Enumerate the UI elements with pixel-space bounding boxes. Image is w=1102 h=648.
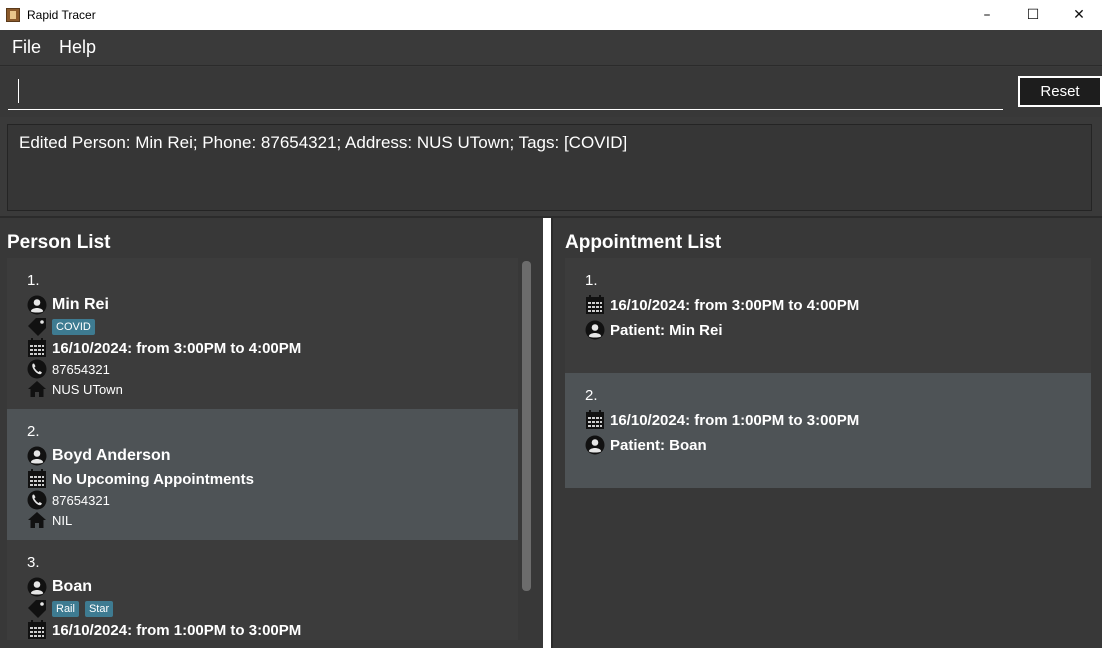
appointment-time: 16/10/2024: from 3:00PM to 4:00PM <box>610 296 860 314</box>
person-phone: 87654321 <box>52 492 110 508</box>
person-index: 2. <box>27 423 40 440</box>
title-bar: Rapid Tracer – ☐ ✕ <box>0 0 1102 30</box>
appointment-index: 2. <box>585 387 598 404</box>
calendar-icon <box>27 620 47 640</box>
window-controls: – ☐ ✕ <box>964 0 1102 30</box>
person-index: 3. <box>27 554 40 571</box>
appointment-patient: Patient: Boan <box>610 436 707 454</box>
appointment-card[interactable]: 1. 16/10/2024: from 3:00PM to 4:00PM Pat… <box>565 258 1091 373</box>
person-address: NUS UTown <box>52 381 123 397</box>
calendar-icon <box>27 338 47 358</box>
person-icon <box>27 446 47 466</box>
app-icon <box>6 8 20 22</box>
person-list-scrollbar[interactable] <box>522 261 531 591</box>
person-icon <box>585 320 605 340</box>
text-caret <box>18 79 19 103</box>
reset-button[interactable]: Reset <box>1018 76 1102 107</box>
appointment-list-pane: Appointment List 1. 16/10/2024: from 3:0… <box>553 218 1102 648</box>
calendar-icon <box>585 295 605 315</box>
person-icon <box>27 295 47 315</box>
home-icon <box>27 379 47 399</box>
command-input[interactable] <box>8 74 1003 110</box>
calendar-icon <box>585 410 605 430</box>
tag-icon <box>27 317 47 337</box>
person-list[interactable]: 1. Min Rei COVID 16/10/2024: from 3:00PM… <box>7 258 518 640</box>
person-appointment: 16/10/2024: from 3:00PM to 4:00PM <box>52 339 302 357</box>
person-list-title: Person List <box>7 232 111 253</box>
phone-icon <box>27 490 47 510</box>
person-name: Boan <box>52 578 92 595</box>
person-name: Boyd Anderson <box>52 447 171 464</box>
command-row: Reset <box>0 67 1102 117</box>
calendar-icon <box>27 469 47 489</box>
person-card[interactable]: 3. Boan Rail Star 16/10/2024: from 1:00P… <box>7 540 518 640</box>
person-icon <box>585 435 605 455</box>
menu-bar: File Help <box>0 30 1102 66</box>
person-name: Min Rei <box>52 296 109 313</box>
menu-help[interactable]: Help <box>59 37 96 58</box>
result-text: Edited Person: Min Rei; Phone: 87654321;… <box>19 133 628 152</box>
tag-badge: COVID <box>52 319 95 335</box>
tag-badge: Star <box>84 601 114 617</box>
window-title: Rapid Tracer <box>27 8 96 22</box>
appointment-card[interactable]: 2. 16/10/2024: from 1:00PM to 3:00PM Pat… <box>565 373 1091 488</box>
pane-splitter[interactable] <box>543 218 553 648</box>
close-button[interactable]: ✕ <box>1056 0 1102 30</box>
appointment-patient: Patient: Min Rei <box>610 321 723 339</box>
person-address: NIL <box>52 512 73 528</box>
minimize-button[interactable]: – <box>964 0 1010 30</box>
person-appointment: 16/10/2024: from 1:00PM to 3:00PM <box>52 621 302 639</box>
person-card[interactable]: 2. Boyd Anderson No Upcoming Appointment… <box>7 409 518 540</box>
result-display: Edited Person: Min Rei; Phone: 87654321;… <box>7 124 1092 211</box>
phone-icon <box>27 359 47 379</box>
appointment-list-title: Appointment List <box>565 232 722 253</box>
appointment-list[interactable]: 1. 16/10/2024: from 3:00PM to 4:00PM Pat… <box>565 258 1091 640</box>
person-index: 1. <box>27 272 40 289</box>
person-phone: 87654321 <box>52 361 110 377</box>
tag-icon <box>27 599 47 619</box>
person-icon <box>27 577 47 597</box>
person-card[interactable]: 1. Min Rei COVID 16/10/2024: from 3:00PM… <box>7 258 518 409</box>
appointment-index: 1. <box>585 272 598 289</box>
menu-file[interactable]: File <box>12 37 41 58</box>
person-appointment: No Upcoming Appointments <box>52 470 254 488</box>
appointment-time: 16/10/2024: from 1:00PM to 3:00PM <box>610 411 860 429</box>
tag-badge: Rail <box>52 601 79 617</box>
home-icon <box>27 510 47 530</box>
maximize-button[interactable]: ☐ <box>1010 0 1056 30</box>
person-list-pane: Person List 1. Min Rei COVID 16/10/2024:… <box>0 218 543 648</box>
